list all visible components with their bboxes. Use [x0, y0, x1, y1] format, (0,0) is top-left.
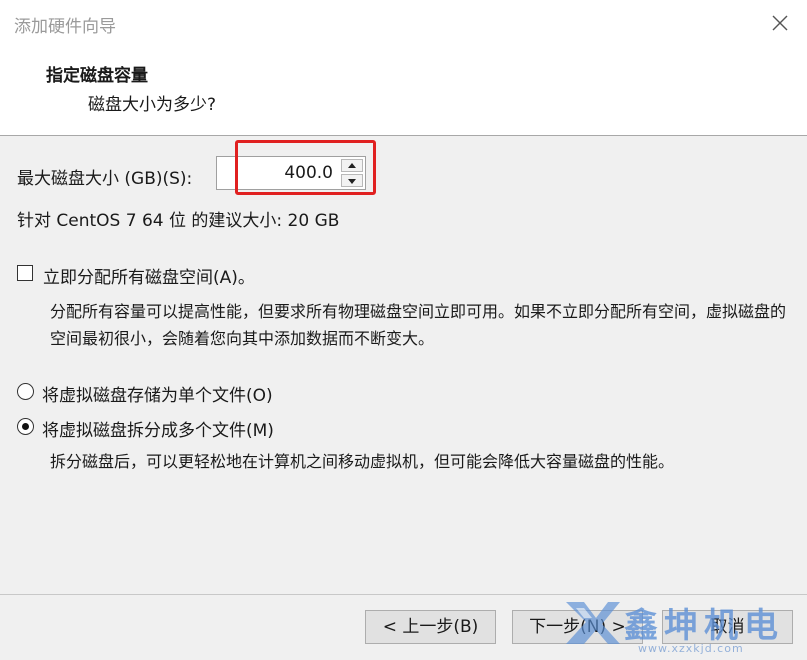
radio-selected-dot: [22, 423, 29, 430]
page-title: 指定磁盘容量: [46, 66, 148, 86]
cancel-button[interactable]: 取消: [662, 610, 793, 644]
spin-down-button[interactable]: [341, 174, 363, 187]
close-icon: [772, 15, 788, 31]
wizard-content: 最大磁盘大小 (GB)(S): 针对 CentOS 7 64 位 的建议大小: …: [0, 136, 807, 594]
back-button[interactable]: < 上一步(B): [365, 610, 496, 644]
spin-buttons: [341, 159, 363, 187]
disk-size-input[interactable]: [217, 157, 337, 189]
disk-size-spinbox[interactable]: [216, 156, 366, 190]
split-files-radio[interactable]: [17, 418, 34, 435]
wizard-footer: < 上一步(B) 下一步(N) > 取消: [0, 594, 807, 660]
single-file-radio[interactable]: [17, 383, 34, 400]
window-title: 添加硬件向导: [14, 17, 116, 37]
arrow-down-icon: [348, 179, 356, 184]
split-description: 拆分磁盘后，可以更轻松地在计算机之间移动虚拟机，但可能会降低大容量磁盘的性能。: [50, 452, 675, 471]
wizard-header: 指定磁盘容量 磁盘大小为多少?: [0, 48, 807, 136]
page-subtitle: 磁盘大小为多少?: [88, 95, 217, 115]
disk-size-label: 最大磁盘大小 (GB)(S):: [17, 169, 193, 189]
close-button[interactable]: [767, 10, 793, 36]
title-bar: 添加硬件向导: [0, 0, 807, 48]
allocate-now-label[interactable]: 立即分配所有磁盘空间(A)。: [43, 263, 255, 288]
recommended-size-text: 针对 CentOS 7 64 位 的建议大小: 20 GB: [17, 211, 340, 231]
allocate-now-checkbox[interactable]: [17, 265, 33, 281]
allocate-description: 分配所有容量可以提高性能，但要求所有物理磁盘空间立即可用。如果不立即分配所有空间…: [50, 302, 787, 348]
next-button[interactable]: 下一步(N) >: [512, 610, 643, 644]
arrow-up-icon: [348, 163, 356, 168]
add-hardware-wizard-dialog: 添加硬件向导 指定磁盘容量 磁盘大小为多少? 最大磁盘大小 (GB)(S): 4…: [0, 0, 807, 660]
spin-up-button[interactable]: [341, 159, 363, 172]
split-files-label[interactable]: 将虚拟磁盘拆分成多个文件(M): [42, 416, 274, 441]
single-file-label[interactable]: 将虚拟磁盘存储为单个文件(O): [42, 381, 273, 406]
